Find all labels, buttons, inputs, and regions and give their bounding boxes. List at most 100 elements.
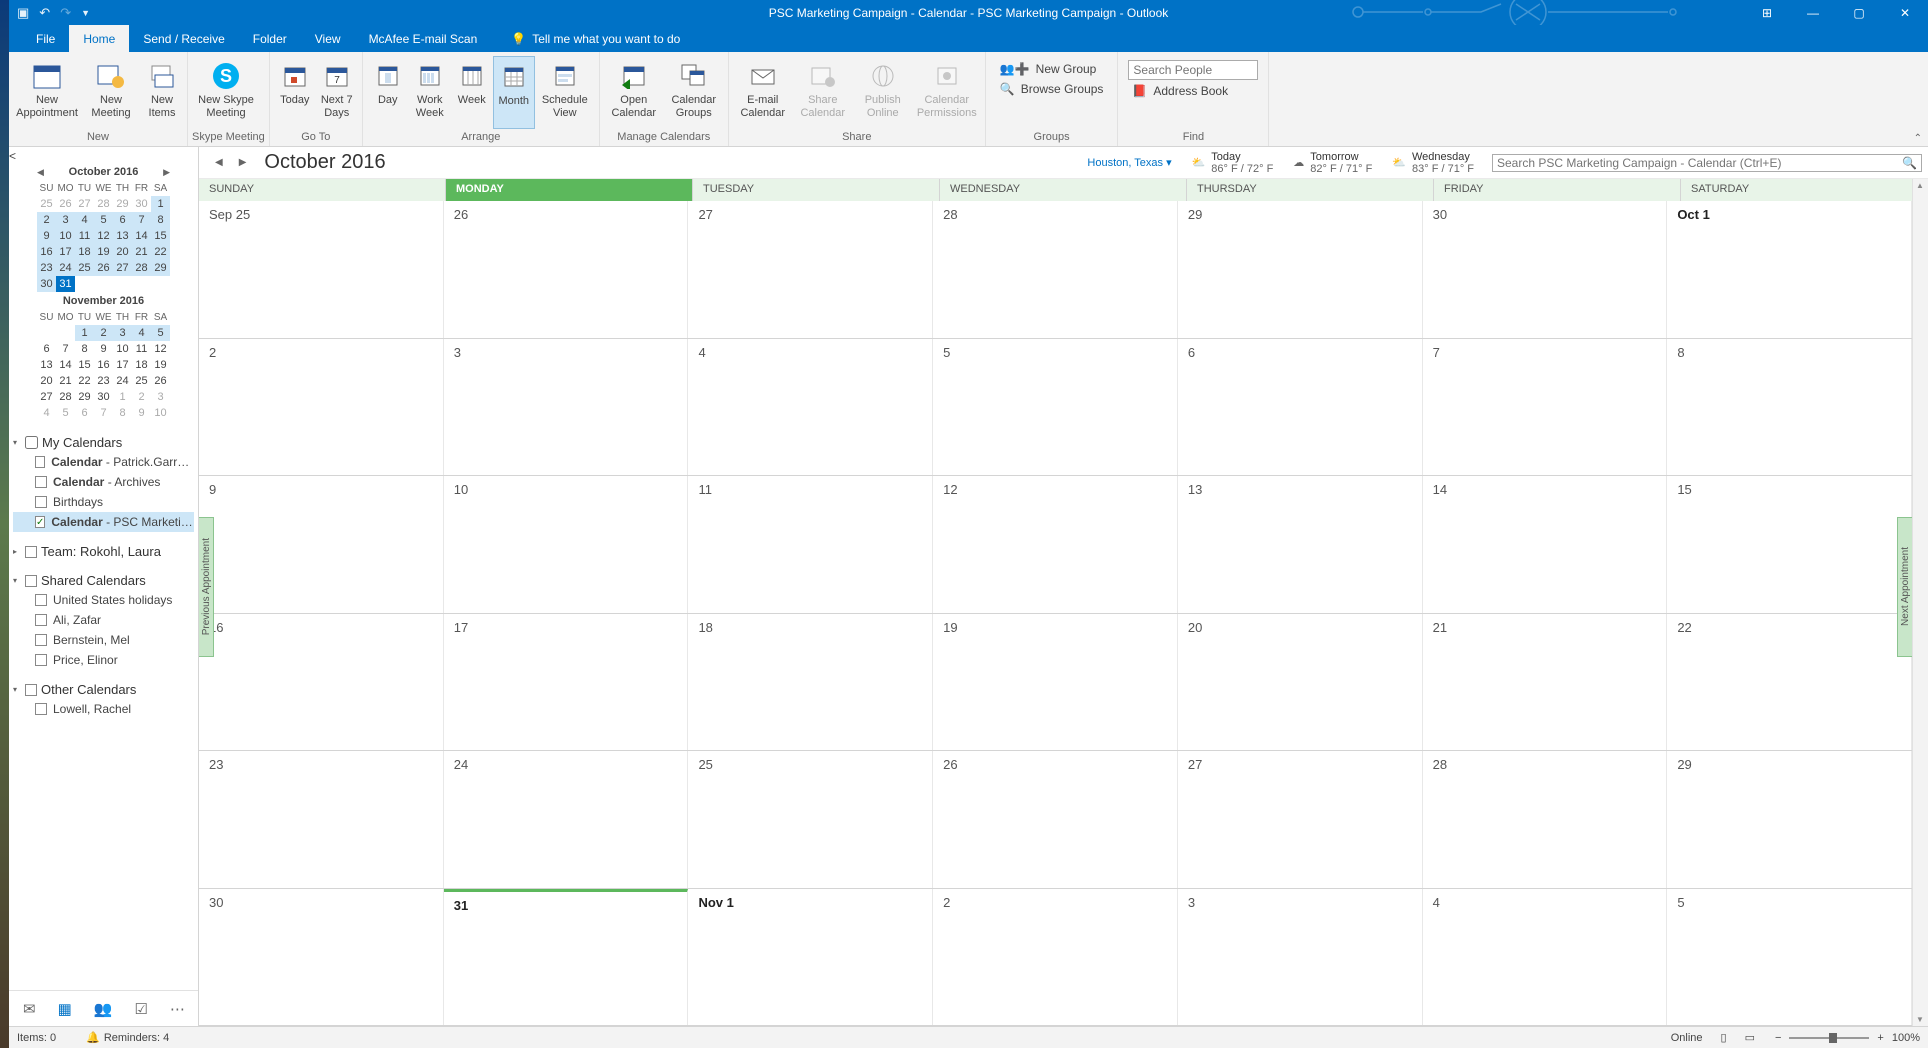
minical-day[interactable]: 12 — [151, 341, 170, 357]
minical-day[interactable]: 1 — [75, 325, 94, 341]
minical-day[interactable]: 14 — [56, 357, 75, 373]
calendar-cell[interactable]: 17 — [444, 614, 689, 751]
minical-day[interactable] — [75, 276, 94, 292]
minical-day[interactable]: 5 — [151, 325, 170, 341]
minical-day[interactable]: 11 — [132, 341, 151, 357]
calendar-cell[interactable]: 20 — [1178, 614, 1423, 751]
minical-day[interactable]: 12 — [94, 228, 113, 244]
calendar-cell[interactable]: 29 — [1667, 751, 1912, 888]
zoom-out-button[interactable]: − — [1775, 1032, 1781, 1044]
minical-day[interactable]: 9 — [132, 405, 151, 421]
minical-day[interactable]: 21 — [56, 373, 75, 389]
minical-day[interactable]: 16 — [94, 357, 113, 373]
my-calendars-header[interactable]: ▾ My Calendars — [13, 433, 194, 452]
minical-day[interactable]: 25 — [37, 196, 56, 212]
minical-day[interactable] — [151, 276, 170, 292]
minical-day[interactable]: 19 — [94, 244, 113, 260]
week-view-button[interactable]: Week — [451, 56, 493, 129]
minical-day[interactable]: 17 — [56, 244, 75, 260]
minical-day[interactable]: 22 — [75, 373, 94, 389]
minical-day[interactable]: 1 — [113, 389, 132, 405]
calendar-cell[interactable]: 15 — [1667, 476, 1912, 613]
qat-undo-icon[interactable]: ↶ — [39, 5, 50, 21]
search-people-input[interactable] — [1128, 60, 1258, 80]
tab-send-receive[interactable]: Send / Receive — [129, 25, 238, 52]
team-header[interactable]: ▸ Team: Rokohl, Laura — [13, 542, 194, 561]
minical-day[interactable] — [94, 276, 113, 292]
minical-day[interactable]: 3 — [151, 389, 170, 405]
calendar-item-us-holidays[interactable]: United States holidays — [13, 590, 194, 610]
calendar-cell[interactable]: 25 — [688, 751, 933, 888]
weather-tomorrow[interactable]: ☁Tomorrow82° F / 71° F — [1293, 151, 1372, 175]
minical-day[interactable]: 4 — [75, 212, 94, 228]
minical-day[interactable]: 29 — [151, 260, 170, 276]
day-view-button[interactable]: Day — [367, 56, 409, 129]
minical-day[interactable]: 5 — [94, 212, 113, 228]
minical-day[interactable]: 18 — [75, 244, 94, 260]
calendar-cell[interactable]: 6 — [1178, 339, 1423, 476]
calendar-cell[interactable]: 30 — [1423, 201, 1668, 338]
minical-day[interactable]: 6 — [75, 405, 94, 421]
calendar-cell[interactable]: 22 — [1667, 614, 1912, 751]
minical-day[interactable]: 7 — [56, 341, 75, 357]
next-month-icon[interactable]: ▶ — [163, 167, 170, 178]
minical-day[interactable]: 8 — [75, 341, 94, 357]
calendar-permissions-button[interactable]: Calendar Permissions — [913, 56, 981, 129]
calendar-search[interactable]: 🔍 — [1492, 154, 1922, 172]
calendar-cell[interactable]: 2 — [199, 339, 444, 476]
calendar-cell[interactable]: 3 — [444, 339, 689, 476]
minical-day[interactable]: 23 — [37, 260, 56, 276]
minical-day[interactable]: 20 — [113, 244, 132, 260]
minical-day[interactable]: 28 — [132, 260, 151, 276]
minical-day[interactable]: 13 — [113, 228, 132, 244]
calendar-cell[interactable]: 19 — [933, 614, 1178, 751]
minical-day[interactable]: 3 — [56, 212, 75, 228]
maximize-button[interactable]: ▢ — [1836, 0, 1882, 25]
minical-day[interactable]: 26 — [151, 373, 170, 389]
calendar-cell[interactable]: 3 — [1178, 889, 1423, 1026]
minical-day[interactable]: 29 — [75, 389, 94, 405]
qat-redo-icon[interactable]: ↷ — [60, 5, 71, 21]
tab-view[interactable]: View — [301, 25, 355, 52]
tab-home[interactable]: Home — [69, 25, 129, 52]
calendar-item-birthdays[interactable]: Birthdays — [13, 492, 194, 512]
minical-day[interactable]: 5 — [56, 405, 75, 421]
minical-day[interactable]: 9 — [94, 341, 113, 357]
minical-day[interactable]: 7 — [132, 212, 151, 228]
publish-online-button[interactable]: Publish Online — [853, 56, 913, 129]
calendar-cell[interactable]: 29 — [1178, 201, 1423, 338]
new-group-button[interactable]: 👥➕New Group — [996, 60, 1108, 78]
calendar-cell[interactable]: 5 — [1667, 889, 1912, 1026]
minical-day[interactable]: 24 — [113, 373, 132, 389]
minical-day[interactable]: 23 — [94, 373, 113, 389]
calendar-search-input[interactable] — [1497, 156, 1902, 170]
minical-day[interactable]: 10 — [151, 405, 170, 421]
shared-calendars-header[interactable]: ▾ Shared Calendars — [13, 571, 194, 590]
minical-day[interactable]: 14 — [132, 228, 151, 244]
minical-day[interactable]: 11 — [75, 228, 94, 244]
minical-day[interactable]: 21 — [132, 244, 151, 260]
minical-day[interactable]: 18 — [132, 357, 151, 373]
calendar-cell[interactable]: 31 — [444, 889, 689, 1026]
minical-day[interactable]: 26 — [94, 260, 113, 276]
minical-day[interactable]: 26 — [56, 196, 75, 212]
calendar-cell[interactable]: 30 — [199, 889, 444, 1026]
calendar-cell[interactable]: 26 — [444, 201, 689, 338]
minical-day[interactable] — [113, 276, 132, 292]
open-calendar-button[interactable]: Open Calendar — [604, 56, 664, 129]
calendar-cell[interactable]: 23 — [199, 751, 444, 888]
new-meeting-button[interactable]: New Meeting — [81, 56, 141, 129]
collapse-sidebar-icon[interactable]: < — [9, 149, 16, 163]
share-calendar-button[interactable]: Share Calendar — [793, 56, 853, 129]
skype-meeting-button[interactable]: S New Skype Meeting — [192, 56, 260, 129]
vertical-scrollbar[interactable]: ▲▼ — [1912, 179, 1928, 1026]
minical-day[interactable]: 17 — [113, 357, 132, 373]
tab-folder[interactable]: Folder — [239, 25, 301, 52]
other-calendars-header[interactable]: ▾ Other Calendars — [13, 680, 194, 699]
calendar-cell[interactable]: 28 — [933, 201, 1178, 338]
minical-day[interactable]: 29 — [113, 196, 132, 212]
minical-day[interactable]: 8 — [113, 405, 132, 421]
minical-day[interactable]: 2 — [37, 212, 56, 228]
calendar-cell[interactable]: 5 — [933, 339, 1178, 476]
calendar-item-price[interactable]: Price, Elinor — [13, 650, 194, 670]
